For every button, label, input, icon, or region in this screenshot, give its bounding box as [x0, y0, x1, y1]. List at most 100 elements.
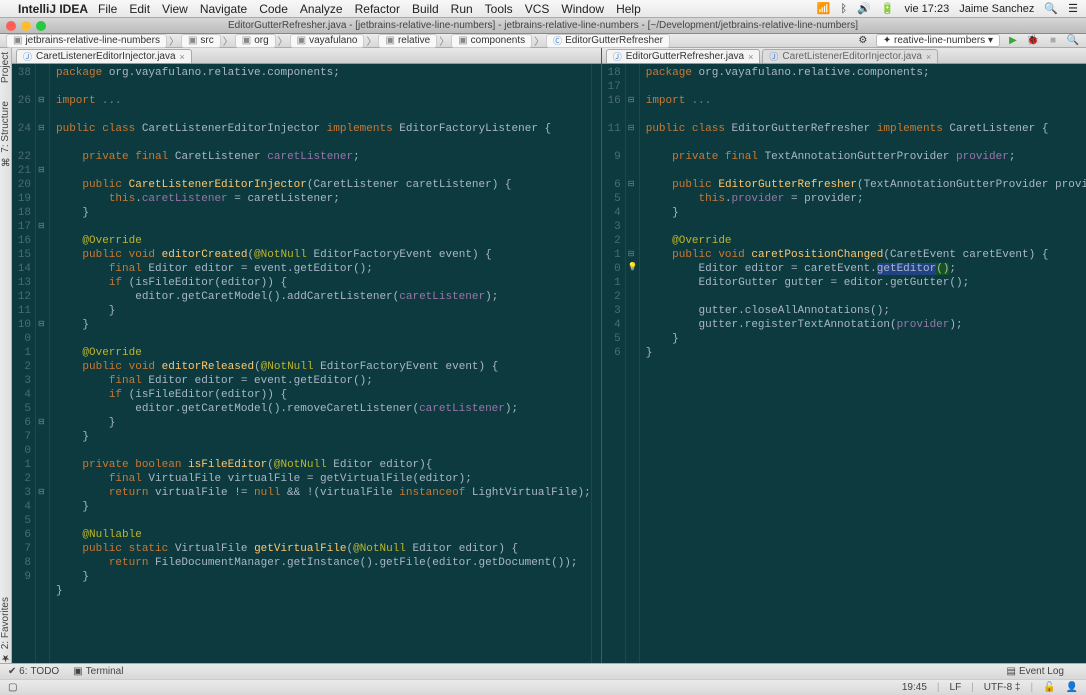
left-tool-strip: Project ⌘ 7: Structure ★ 2: Favorites	[0, 48, 12, 663]
menu-window[interactable]: Window	[561, 2, 604, 16]
menu-vcs[interactable]: VCS	[525, 2, 550, 16]
breadcrumb-project[interactable]: ▣jetbrains-relative-line-numbers	[6, 34, 167, 48]
status-bar: ▢ 19:45 | LF | UTF-8 ‡ | 🔓 👤	[0, 679, 1086, 695]
module-icon: ▣	[13, 35, 22, 47]
status-caret-pos[interactable]: 19:45	[902, 682, 927, 693]
tabs-left: ⒿCaretListenerEditorInjector.java×	[12, 48, 601, 64]
user-name[interactable]: Jaime Sanchez	[959, 3, 1034, 15]
java-icon: Ⓙ	[23, 50, 32, 63]
java-icon: Ⓙ	[769, 50, 778, 63]
line-numbers-left: 38 26 24 2221201918171615141312111001234…	[12, 64, 36, 663]
menu-navigate[interactable]: Navigate	[200, 2, 247, 16]
stop-icon[interactable]: ■	[1046, 34, 1060, 48]
main-area: Project ⌘ 7: Structure ★ 2: Favorites ⒿC…	[0, 48, 1086, 663]
window-title: EditorGutterRefresher.java - [jetbrains-…	[228, 20, 858, 31]
tab-caretlistener-2[interactable]: ⒿCaretListenerEditorInjector.java×	[762, 49, 938, 63]
fold-icon[interactable]: ⊟	[38, 220, 45, 234]
fold-icon[interactable]: ⊟	[38, 416, 45, 430]
menu-help[interactable]: Help	[616, 2, 641, 16]
fold-icon[interactable]: ⊟	[38, 122, 45, 136]
menu-build[interactable]: Build	[412, 2, 439, 16]
tabs-right: ⒿEditorGutterRefresher.java× ⒿCaretListe…	[602, 48, 1086, 64]
status-toggle-icon[interactable]: ▢	[8, 682, 17, 693]
run-icon[interactable]: ▶	[1006, 34, 1020, 48]
volume-icon[interactable]: 🔊	[857, 2, 871, 15]
menu-analyze[interactable]: Analyze	[300, 2, 343, 16]
menu-file[interactable]: File	[98, 2, 117, 16]
folder-icon: ▣	[188, 35, 197, 47]
tool-favorites[interactable]: ★ 2: Favorites	[0, 597, 11, 663]
class-icon: Ⓒ	[553, 35, 562, 47]
code-area-left[interactable]: 38 26 24 2221201918171615141312111001234…	[12, 64, 601, 663]
error-stripe-left[interactable]	[591, 64, 601, 663]
status-encoding[interactable]: UTF-8 ‡	[984, 682, 1021, 693]
status-line-sep[interactable]: LF	[950, 682, 962, 693]
bluetooth-icon[interactable]: ᛒ	[841, 3, 848, 15]
package-icon: ▣	[242, 35, 251, 47]
run-config-select[interactable]: ✦ reative-line-numbers ▾	[876, 34, 1000, 47]
line-numbers-right: 181716 11 9 6543210123456	[602, 64, 626, 663]
tab-close-icon[interactable]: ×	[180, 52, 185, 62]
tab-caretlistener[interactable]: ⒿCaretListenerEditorInjector.java×	[16, 49, 192, 63]
package-icon: ▣	[458, 35, 467, 47]
make-icon[interactable]: ⚙	[856, 34, 870, 48]
menu-tools[interactable]: Tools	[485, 2, 513, 16]
status-hector-icon[interactable]: 👤	[1066, 682, 1078, 693]
fold-icon[interactable]: ⊟	[628, 178, 635, 192]
menu-view[interactable]: View	[162, 2, 188, 16]
breadcrumb-relative[interactable]: ▣relative	[378, 34, 437, 48]
tool-event-log[interactable]: ▤ Event Log	[1007, 666, 1065, 677]
java-icon: Ⓙ	[613, 50, 622, 63]
window-titlebar: EditorGutterRefresher.java - [jetbrains-…	[0, 18, 1086, 34]
fold-icon[interactable]: ⊟	[628, 94, 635, 108]
fold-icon[interactable]: ⊟	[38, 94, 45, 108]
fold-icon[interactable]: ⊟	[38, 486, 45, 500]
close-button[interactable]	[6, 21, 16, 31]
fold-icon[interactable]: ⊟	[628, 248, 635, 262]
wifi-icon[interactable]: 📶	[817, 2, 831, 15]
traffic-lights	[6, 21, 46, 31]
notifications-icon[interactable]: ☰	[1068, 2, 1078, 15]
code-area-right[interactable]: 181716 11 9 6543210123456 ⊟ ⊟ ⊟ ⊟ 💡 pack…	[602, 64, 1086, 663]
tool-structure[interactable]: ⌘ 7: Structure	[0, 101, 11, 166]
bulb-icon[interactable]: 💡	[628, 261, 638, 275]
breadcrumb-vayafulano[interactable]: ▣vayafulano	[290, 34, 365, 48]
tool-todo[interactable]: ✔ 6: TODO	[8, 666, 59, 677]
code-left[interactable]: package org.vayafulano.relative.componen…	[50, 64, 591, 663]
code-right[interactable]: package org.vayafulano.relative.componen…	[640, 64, 1086, 663]
fold-icon[interactable]: ⊟	[38, 164, 45, 178]
status-lock-icon[interactable]: 🔓	[1043, 682, 1055, 693]
search-icon[interactable]: 🔍	[1066, 34, 1080, 48]
macos-menubar: IntelliJ IDEA File Edit View Navigate Co…	[0, 0, 1086, 18]
editor-split: ⒿCaretListenerEditorInjector.java× 38 26…	[12, 48, 1086, 663]
debug-icon[interactable]: 🐞	[1026, 34, 1040, 48]
fold-icon[interactable]: ⊟	[628, 122, 635, 136]
clock[interactable]: vie 17:23	[905, 3, 950, 15]
tab-close-icon[interactable]: ×	[748, 52, 753, 62]
breadcrumb-components[interactable]: ▣components	[451, 34, 532, 48]
app-name[interactable]: IntelliJ IDEA	[18, 2, 88, 16]
minimize-button[interactable]	[21, 21, 31, 31]
menu-run[interactable]: Run	[451, 2, 473, 16]
breadcrumb-src[interactable]: ▣src	[181, 34, 221, 48]
menu-refactor[interactable]: Refactor	[355, 2, 400, 16]
editor-pane-left: ⒿCaretListenerEditorInjector.java× 38 26…	[12, 48, 601, 663]
breadcrumb-class[interactable]: ⒸEditorGutterRefresher	[546, 34, 670, 48]
fold-column-right[interactable]: ⊟ ⊟ ⊟ ⊟ 💡	[626, 64, 640, 663]
package-icon: ▣	[297, 35, 306, 47]
tool-project[interactable]: Project	[0, 52, 11, 83]
maximize-button[interactable]	[36, 21, 46, 31]
tab-close-icon[interactable]: ×	[926, 52, 931, 62]
fold-column-left[interactable]: ⊟ ⊟ ⊟ ⊟ ⊟ ⊟ ⊟	[36, 64, 50, 663]
spotlight-icon[interactable]: 🔍	[1044, 2, 1058, 15]
bottom-tool-bar: ✔ 6: TODO ▣ Terminal ▤ Event Log	[0, 663, 1086, 679]
tab-editorgutter[interactable]: ⒿEditorGutterRefresher.java×	[606, 49, 761, 63]
editor-pane-right: ⒿEditorGutterRefresher.java× ⒿCaretListe…	[601, 48, 1086, 663]
breadcrumb: ▣jetbrains-relative-line-numbers〉 ▣src〉 …	[6, 33, 670, 48]
menu-code[interactable]: Code	[259, 2, 288, 16]
tool-terminal[interactable]: ▣ Terminal	[73, 666, 123, 677]
battery-icon[interactable]: 🔋	[881, 2, 895, 15]
menu-edit[interactable]: Edit	[129, 2, 150, 16]
fold-icon[interactable]: ⊟	[38, 318, 45, 332]
breadcrumb-org[interactable]: ▣org	[235, 34, 276, 48]
